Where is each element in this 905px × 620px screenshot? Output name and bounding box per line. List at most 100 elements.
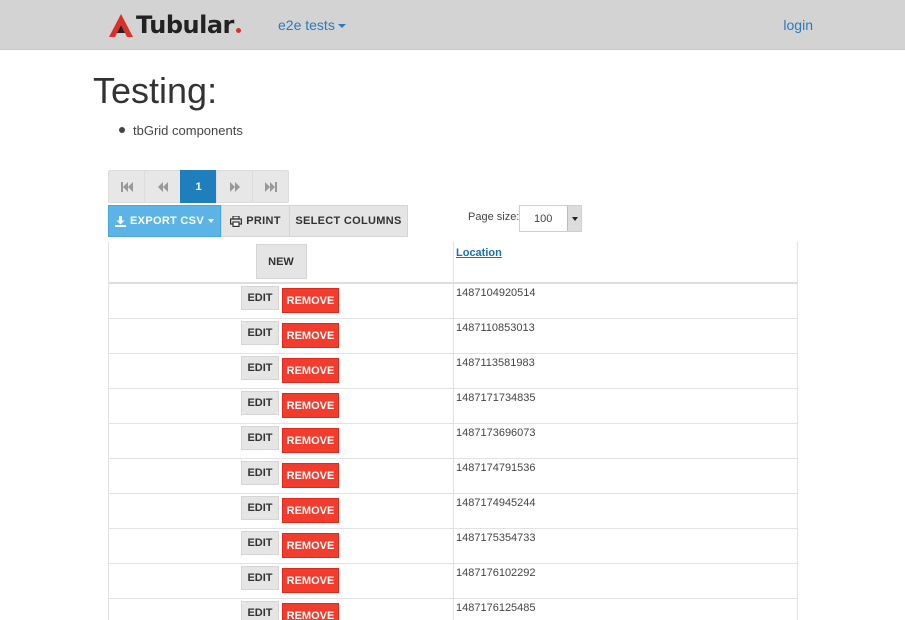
remove-button[interactable]: REMOVE [282, 603, 339, 620]
table-row: EDIT REMOVE 1487113581983 [109, 354, 797, 389]
previous-page-icon [157, 181, 168, 192]
remove-button[interactable]: REMOVE [282, 323, 339, 348]
location-value: 1487174791536 [456, 462, 536, 474]
first-page-button[interactable] [108, 170, 145, 203]
remove-button[interactable]: REMOVE [282, 498, 339, 523]
edit-button[interactable]: EDIT [241, 286, 279, 310]
grid-pager: 1 [108, 170, 289, 203]
edit-button[interactable]: EDIT [241, 426, 279, 450]
table-row: EDIT REMOVE 1487171734835 [109, 389, 797, 424]
e2e-tests-dropdown-label: e2e tests [278, 17, 335, 33]
location-value: 1487176125485 [456, 602, 536, 614]
table-row: EDIT REMOVE 1487176125485 [109, 599, 797, 620]
remove-button[interactable]: REMOVE [282, 358, 339, 383]
caret-down-icon [337, 24, 346, 28]
select-columns-button[interactable]: SELECT COLUMNS [289, 205, 408, 237]
location-value: 1487104920514 [456, 287, 536, 299]
location-value: 1487171734835 [456, 392, 536, 404]
location-header-cell: Location [454, 242, 797, 282]
location-value: 1487173696073 [456, 427, 536, 439]
table-row: EDIT REMOVE 1487174791536 [109, 459, 797, 494]
table-row: EDIT REMOVE 1487176102292 [109, 564, 797, 599]
actions-cell: EDIT REMOVE [109, 459, 454, 493]
print-button[interactable]: PRINT [221, 205, 290, 237]
location-value: 1487175354733 [456, 532, 536, 544]
actions-cell: EDIT REMOVE [109, 319, 454, 353]
location-cell: 1487104920514 [454, 284, 797, 318]
actions-cell: EDIT REMOVE [109, 529, 454, 563]
remove-button[interactable]: REMOVE [282, 533, 339, 558]
location-cell: 1487110853013 [454, 319, 797, 353]
export-csv-label: EXPORT CSV [130, 215, 204, 227]
edit-button[interactable]: EDIT [241, 321, 279, 345]
location-cell: 1487176125485 [454, 599, 797, 620]
actions-cell: EDIT REMOVE [109, 599, 454, 620]
navbar: Tubular e2e tests login [0, 0, 905, 50]
remove-button[interactable]: REMOVE [282, 428, 339, 453]
actions-cell: EDIT REMOVE [109, 564, 454, 598]
new-button[interactable]: NEW [255, 244, 307, 279]
page-size-select[interactable]: 100 [519, 205, 582, 232]
previous-page-button[interactable] [144, 170, 181, 203]
edit-button[interactable]: EDIT [241, 496, 279, 520]
actions-cell: EDIT REMOVE [109, 494, 454, 528]
page-title: Testing: [93, 70, 218, 111]
location-cell: 1487173696073 [454, 424, 797, 458]
location-cell: 1487176102292 [454, 564, 797, 598]
remove-button[interactable]: REMOVE [282, 463, 339, 488]
brand-logo[interactable]: Tubular [108, 11, 241, 39]
list-item: tbGrid components [119, 122, 243, 138]
tubular-logo-icon [109, 14, 133, 37]
brand-dot [235, 27, 241, 33]
edit-button[interactable]: EDIT [241, 356, 279, 380]
remove-button[interactable]: REMOVE [282, 568, 339, 593]
print-label: PRINT [246, 215, 281, 227]
next-page-icon [229, 181, 240, 192]
table-row: EDIT REMOVE 1487174945244 [109, 494, 797, 529]
edit-button[interactable]: EDIT [241, 391, 279, 415]
location-value: 1487113581983 [456, 357, 535, 369]
download-icon [115, 215, 127, 227]
printer-icon [230, 215, 243, 227]
location-cell: 1487171734835 [454, 389, 797, 423]
grid-toolbar: EXPORT CSV PRINT SELECT COLUMNS [108, 205, 408, 237]
table-row: EDIT REMOVE 1487110853013 [109, 319, 797, 354]
edit-button[interactable]: EDIT [241, 461, 279, 485]
last-page-icon [264, 181, 277, 192]
location-cell: 1487174791536 [454, 459, 797, 493]
page-number-button[interactable]: 1 [180, 170, 217, 203]
page-size-value: 100 [534, 212, 553, 225]
first-page-icon [120, 181, 133, 192]
location-value: 1487110853013 [456, 322, 535, 334]
next-page-button[interactable] [216, 170, 253, 203]
table-row: EDIT REMOVE 1487173696073 [109, 424, 797, 459]
location-value: 1487174945244 [456, 497, 536, 509]
edit-button[interactable]: EDIT [241, 566, 279, 590]
component-list: tbGrid components [119, 122, 243, 138]
location-cell: 1487175354733 [454, 529, 797, 563]
location-cell: 1487113581983 [454, 354, 797, 388]
edit-button[interactable]: EDIT [241, 601, 279, 620]
remove-button[interactable]: REMOVE [282, 288, 339, 313]
table-row: EDIT REMOVE 1487175354733 [109, 529, 797, 564]
table-row: EDIT REMOVE 1487104920514 [109, 284, 797, 319]
list-item-label: tbGrid components [133, 122, 243, 138]
location-sort-link[interactable]: Location [456, 247, 502, 259]
brand-name: Tubular [136, 11, 234, 39]
location-value: 1487176102292 [456, 567, 536, 579]
caret-down-icon [571, 216, 578, 221]
data-grid: NEW Location EDIT REMOVE 1487104920514 EDIT… [108, 242, 798, 620]
actions-header-cell: NEW [109, 242, 454, 282]
actions-cell: EDIT REMOVE [109, 354, 454, 388]
last-page-button[interactable] [252, 170, 289, 203]
remove-button[interactable]: REMOVE [282, 393, 339, 418]
actions-cell: EDIT REMOVE [109, 424, 454, 458]
e2e-tests-dropdown[interactable]: e2e tests [278, 17, 346, 33]
page-size-label: Page size: [468, 211, 520, 223]
select-arrow[interactable] [567, 206, 581, 231]
export-csv-button[interactable]: EXPORT CSV [108, 205, 221, 237]
caret-down-icon [207, 219, 214, 223]
location-cell: 1487174945244 [454, 494, 797, 528]
login-link[interactable]: login [783, 17, 813, 33]
edit-button[interactable]: EDIT [241, 531, 279, 555]
